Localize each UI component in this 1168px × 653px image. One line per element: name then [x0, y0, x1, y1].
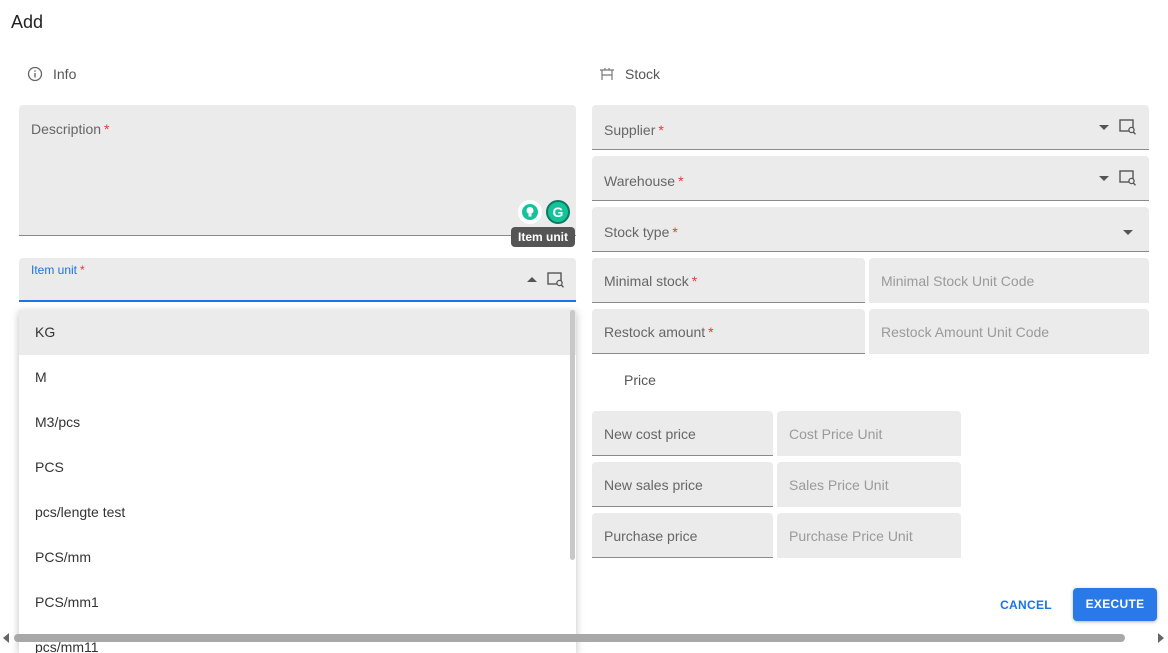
purchase-price-label: Purchase price [604, 528, 698, 544]
chevron-down-icon[interactable] [1099, 176, 1109, 181]
info-section-header: Info [27, 66, 76, 82]
chevron-down-icon[interactable] [1099, 125, 1109, 130]
restock-amount-label: Restock amount [604, 324, 706, 340]
item-unit-dropdown[interactable]: KG M M3/pcs PCS pcs/lengte test PCS/mm P… [19, 310, 576, 653]
stock-type-select[interactable]: Stock type * [592, 207, 1149, 252]
warehouse-select[interactable]: Warehouse * [592, 156, 1149, 201]
list-item[interactable]: PCS [19, 445, 576, 490]
scroll-left-icon[interactable] [3, 633, 9, 643]
required-mark: * [672, 224, 678, 240]
tooltip: Item unit [511, 227, 575, 247]
list-item[interactable]: PCS/mm [19, 535, 576, 580]
item-unit-label: Item unit [31, 263, 78, 277]
supplier-label: Supplier [604, 122, 656, 138]
restock-amount-unit-input[interactable]: Restock Amount Unit Code [869, 309, 1149, 354]
required-mark: * [80, 263, 85, 277]
required-mark: * [104, 121, 110, 137]
list-item[interactable]: PCS/mm1 [19, 580, 576, 625]
minimal-stock-unit-input[interactable]: Minimal Stock Unit Code [869, 258, 1149, 303]
required-mark: * [708, 324, 714, 340]
supplier-select[interactable]: Supplier * [592, 105, 1149, 150]
info-section-title: Info [53, 66, 77, 82]
new-cost-price-input[interactable]: New cost price [592, 411, 773, 456]
grammarly-icon[interactable]: G [546, 200, 570, 224]
description-field[interactable]: Description * [19, 105, 576, 236]
list-item[interactable]: M3/pcs [19, 400, 576, 445]
cancel-button[interactable]: CANCEL [995, 593, 1057, 617]
stock-type-label: Stock type [604, 224, 670, 240]
info-icon [27, 66, 43, 82]
item-unit-select[interactable]: Item unit * [19, 258, 576, 302]
purchase-price-unit-input[interactable]: Purchase Price Unit [777, 513, 961, 558]
warehouse-icon [599, 66, 615, 82]
description-label: Description [31, 121, 102, 137]
cost-price-unit-input[interactable]: Cost Price Unit [777, 411, 961, 456]
list-item[interactable]: pcs/lengte test [19, 490, 576, 535]
list-item[interactable]: M [19, 355, 576, 400]
warehouse-label: Warehouse [604, 173, 676, 189]
new-cost-price-label: New cost price [604, 426, 696, 442]
minimal-stock-unit-placeholder: Minimal Stock Unit Code [881, 273, 1035, 289]
sales-price-unit-input[interactable]: Sales Price Unit [777, 462, 961, 507]
dropdown-scrollbar[interactable] [570, 310, 575, 560]
sales-price-unit-placeholder: Sales Price Unit [789, 477, 889, 493]
scrollbar-thumb[interactable] [14, 634, 1125, 642]
stock-section-header: Stock [599, 66, 660, 82]
cost-price-unit-placeholder: Cost Price Unit [789, 426, 883, 442]
new-sales-price-input[interactable]: New sales price [592, 462, 773, 507]
required-mark: * [691, 273, 698, 289]
lookup-icon[interactable] [547, 272, 565, 293]
new-sales-price-label: New sales price [604, 477, 703, 493]
restock-amount-input[interactable]: Restock amount * [592, 309, 865, 354]
minimal-stock-label: Minimal stock [604, 273, 689, 289]
required-mark: * [658, 122, 664, 138]
price-section-header: Price [624, 372, 656, 388]
minimal-stock-input[interactable]: Minimal stock * [592, 258, 865, 303]
lookup-icon[interactable] [1119, 170, 1137, 191]
chevron-down-icon[interactable] [1123, 230, 1133, 235]
dialog-title: Add [11, 12, 44, 32]
lightbulb-icon[interactable] [518, 200, 542, 224]
scroll-right-icon[interactable] [1158, 633, 1164, 643]
required-mark: * [678, 173, 684, 189]
restock-amount-unit-placeholder: Restock Amount Unit Code [881, 324, 1050, 340]
execute-button[interactable]: EXECUTE [1073, 588, 1157, 621]
lookup-icon[interactable] [1119, 119, 1137, 140]
grammarly-widget[interactable]: G [518, 200, 570, 224]
stock-section-title: Stock [625, 66, 661, 82]
list-item[interactable]: KG [19, 310, 576, 355]
chevron-up-icon[interactable] [527, 277, 537, 282]
purchase-price-unit-placeholder: Purchase Price Unit [789, 528, 913, 544]
purchase-price-input[interactable]: Purchase price [592, 513, 773, 558]
price-section-title: Price [624, 372, 656, 388]
